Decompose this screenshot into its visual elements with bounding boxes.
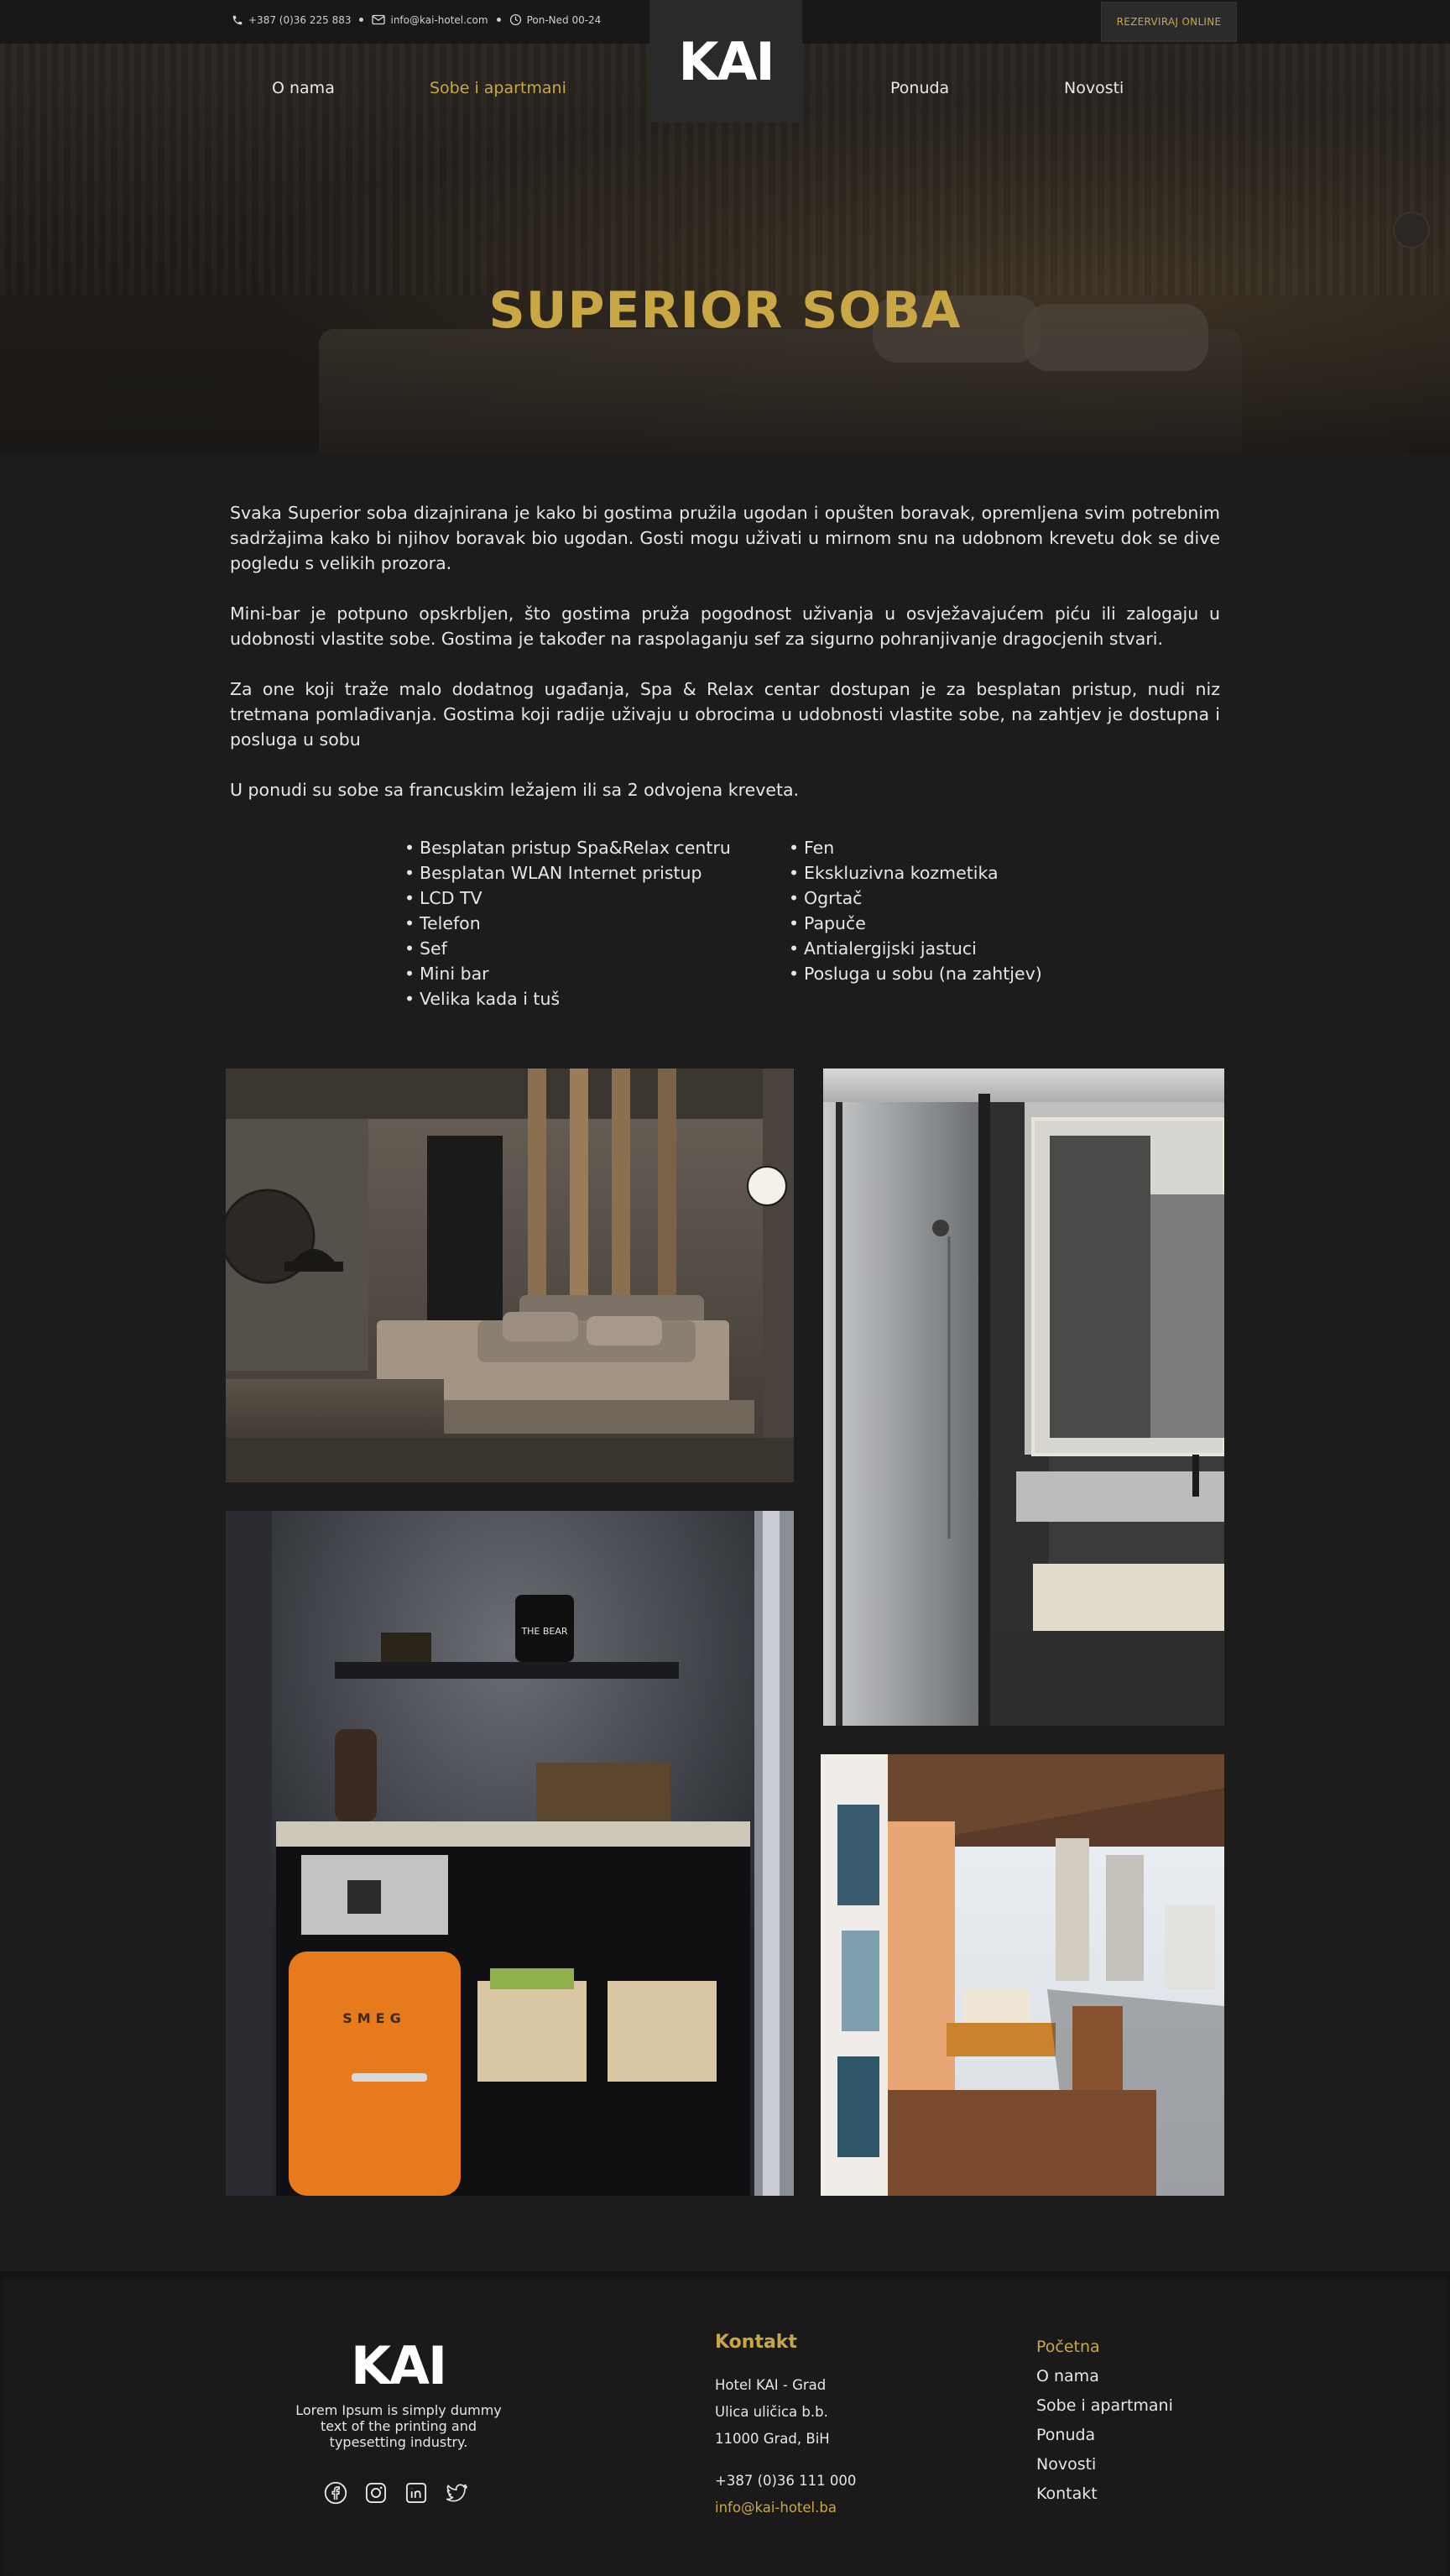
gallery-photo-minibar[interactable]: THE BEAR SMEG <box>226 1511 794 2196</box>
description-paragraph: U ponudi su sobe sa francuskim ležajem i… <box>230 780 800 800</box>
feature-item: Besplatan pristup Spa&Relax centru <box>403 835 731 860</box>
bucket-label: THE BEAR <box>520 1626 567 1637</box>
gallery-photo-balcony[interactable] <box>821 1754 1224 2196</box>
feature-item: Antialergijski jastuci <box>787 936 1042 961</box>
instagram-icon[interactable] <box>364 2481 388 2508</box>
nav-sobe-i-apartmani[interactable]: Sobe i apartmani <box>430 79 566 97</box>
footer-logo[interactable]: KAI <box>351 2335 447 2396</box>
description-paragraph: Mini-bar je potpuno opskrbljen, što gost… <box>230 604 1220 649</box>
description-paragraph: Za one koji traže malo dodatnog ugađanja… <box>230 679 1220 750</box>
features-list-right: Fen Ekskluzivna kozmetika Ogrtač Papuče … <box>787 835 1042 986</box>
footer-link-ponuda[interactable]: Ponuda <box>1036 2426 1095 2444</box>
contact-phone[interactable]: +387 (0)36 111 000 <box>715 2473 856 2489</box>
footer-link-sobe-i-apartmani[interactable]: Sobe i apartmani <box>1036 2396 1173 2415</box>
social-links <box>324 2481 468 2508</box>
feature-item: Telefon <box>403 911 731 936</box>
contact-email[interactable]: info@kai-hotel.ba <box>715 2500 837 2516</box>
footer-link-pocetna[interactable]: Početna <box>1036 2338 1100 2356</box>
mail-icon <box>372 14 386 25</box>
phone-icon <box>232 14 243 26</box>
description-paragraph: Svaka Superior soba dizajnirana je kako … <box>230 503 1220 573</box>
feature-item: Ogrtač <box>787 886 1042 911</box>
page-title: SUPERIOR SOBA <box>488 281 962 340</box>
footer-link-o-nama[interactable]: O nama <box>1036 2367 1099 2385</box>
hours-text: Pon-Ned 00-24 <box>526 13 602 26</box>
contact-heading: Kontakt <box>715 2332 797 2353</box>
contact-line: 11000 Grad, BiH <box>715 2431 830 2447</box>
gallery-photo-bathroom[interactable] <box>823 1069 1224 1726</box>
footer-link-novosti[interactable]: Novosti <box>1036 2455 1096 2474</box>
hours-item: Pon-Ned 00-24 <box>509 13 602 26</box>
logo-text: KAI <box>678 30 775 92</box>
phone-text: +387 (0)36 225 883 <box>248 13 352 26</box>
contact-info: +387 (0)36 225 883 info@kai-hotel.com Po… <box>232 13 601 26</box>
nav-novosti[interactable]: Novosti <box>1064 79 1124 97</box>
feature-item: Mini bar <box>403 961 731 986</box>
nav-o-nama[interactable]: O nama <box>272 79 335 97</box>
feature-item: Papuče <box>787 911 1042 936</box>
footer: KAI Lorem Ipsum is simply dummy text of … <box>0 2271 1450 2576</box>
separator-dot <box>359 18 364 22</box>
clock-icon <box>509 13 522 26</box>
contact-line: Hotel KAI - Grad <box>715 2377 827 2393</box>
room-description: Svaka Superior soba dizajnirana je kako … <box>230 500 1220 828</box>
linkedin-icon[interactable] <box>404 2481 428 2508</box>
separator-dot <box>496 18 501 22</box>
book-online-button[interactable]: REZERVIRAJ ONLINE <box>1101 2 1237 42</box>
facebook-icon[interactable] <box>324 2481 347 2508</box>
hero-lamp <box>1393 212 1430 248</box>
feature-item: Besplatan WLAN Internet pristup <box>403 860 731 886</box>
footer-description: Lorem Ipsum is simply dummy text of the … <box>295 2402 502 2450</box>
contact-line: Ulica uličica b.b. <box>715 2404 828 2420</box>
email-text: info@kai-hotel.com <box>390 13 488 26</box>
feature-item: Ekskluzivna kozmetika <box>787 860 1042 886</box>
phone-item[interactable]: +387 (0)36 225 883 <box>232 14 351 26</box>
fridge-brand: SMEG <box>342 2010 406 2026</box>
gallery-photo-bedroom[interactable] <box>226 1069 794 1482</box>
footer-link-kontakt[interactable]: Kontakt <box>1036 2485 1098 2503</box>
feature-item: LCD TV <box>403 886 731 911</box>
feature-item: Posluga u sobu (na zahtjev) <box>787 961 1042 986</box>
header-logo[interactable]: KAI <box>649 0 802 123</box>
feature-item: Velika kada i tuš <box>403 986 731 1011</box>
nav-ponuda[interactable]: Ponuda <box>890 79 949 97</box>
feature-item: Sef <box>403 936 731 961</box>
twitter-icon[interactable] <box>445 2481 468 2508</box>
email-item[interactable]: info@kai-hotel.com <box>372 14 488 26</box>
feature-item: Fen <box>787 835 1042 860</box>
features-list-left: Besplatan pristup Spa&Relax centru Bespl… <box>403 835 731 1011</box>
